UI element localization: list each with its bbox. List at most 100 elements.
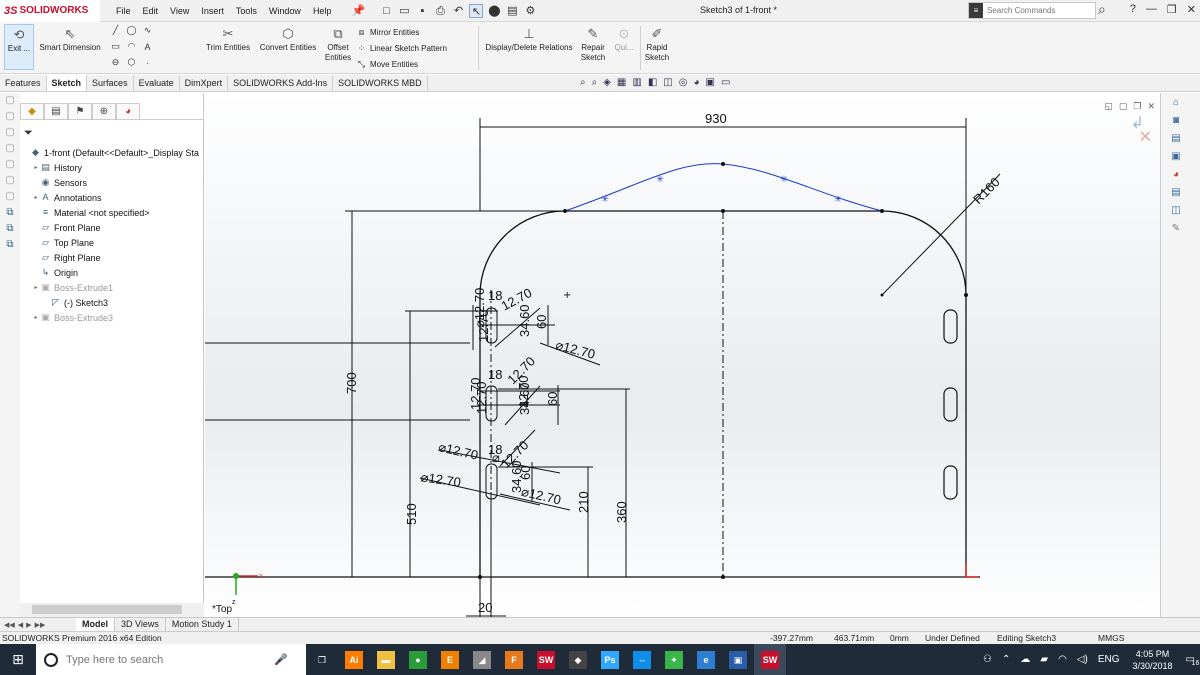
dim-60-mid[interactable]: 60 <box>545 392 560 406</box>
open-icon[interactable]: ▭ <box>397 4 411 18</box>
rectangle-icon[interactable]: ▭ <box>110 41 121 52</box>
display-manager-tab-icon[interactable]: ◕ <box>116 103 140 119</box>
dim-dia-12-70-right[interactable]: ⌀12.70 <box>554 337 597 362</box>
arc-icon[interactable]: ◠ <box>126 41 137 52</box>
search-scope-icon[interactable]: ≡ <box>969 3 983 18</box>
select-icon[interactable]: ↖ <box>469 3 484 18</box>
dim-20[interactable]: 20 <box>478 600 492 615</box>
tab-features[interactable]: Features <box>0 75 47 91</box>
tab-surfaces[interactable]: Surfaces <box>87 75 134 91</box>
solidworks-2016-icon[interactable]: SW <box>530 644 562 675</box>
tray-overflow-icon[interactable]: ⌃ <box>1002 654 1010 665</box>
dim-34-60-top[interactable]: 34.60 <box>517 304 532 337</box>
undo-icon[interactable]: ↶ <box>451 4 465 18</box>
property-manager-tab-icon[interactable]: ▤ <box>44 103 68 119</box>
view-settings-icon[interactable]: ▭ <box>721 77 730 88</box>
search-input[interactable] <box>987 6 1087 15</box>
language-indicator[interactable]: ENG <box>1098 654 1120 665</box>
restore-icon[interactable]: ❐ <box>1167 3 1177 16</box>
new-icon[interactable]: □ <box>379 4 393 18</box>
tab-sketch[interactable]: Sketch <box>46 75 88 91</box>
strip-item-icon[interactable]: ⧉ <box>3 223 17 237</box>
design-library-icon[interactable]: ▤ <box>1169 133 1183 147</box>
dynamic-annotation-icon[interactable]: ▥ <box>632 77 641 88</box>
expand-arrow-icon[interactable]: ▸ <box>32 164 40 171</box>
pin-icon[interactable]: 📌 <box>351 4 366 18</box>
spline-point[interactable]: ✳ <box>656 175 664 185</box>
text-icon[interactable]: A <box>142 42 153 52</box>
eclipse-icon[interactable]: E <box>434 644 466 675</box>
people-icon[interactable]: ⚇ <box>983 654 992 665</box>
dim-dia-12-70-g[interactable]: ⌀12.70 <box>437 439 480 463</box>
teamviewer-icon[interactable]: ⇔ <box>626 644 658 675</box>
rebuild-icon[interactable]: ⬤ <box>487 4 501 18</box>
dim-60-top[interactable]: 60 <box>534 315 549 329</box>
tree-item[interactable]: ◸ (-) Sketch3 <box>20 295 204 310</box>
sketch-origin[interactable] <box>965 565 978 578</box>
zoom-to-fit-icon[interactable]: ⌕ <box>580 77 586 88</box>
trim-entities-button[interactable]: ✂ Trim Entities <box>202 24 254 53</box>
dim-dia-12-70-i[interactable]: ⌀12.70 <box>520 484 563 508</box>
move-entities-button[interactable]: ⤡ Move Entities <box>356 59 418 70</box>
slot[interactable] <box>943 387 958 422</box>
expand-arrow-icon[interactable]: ▸ <box>32 284 40 291</box>
slot[interactable] <box>943 465 958 500</box>
dim-dia-12-70-h[interactable]: ⌀12.70 <box>420 469 462 489</box>
spline-icon[interactable]: ∿ <box>142 25 153 36</box>
next-tab-icon[interactable]: ▶ <box>26 621 31 629</box>
dim-12-70-e[interactable]: 12.70 <box>474 381 489 414</box>
circle-icon[interactable]: ◯ <box>126 25 137 36</box>
sketch-point[interactable] <box>880 209 884 213</box>
status-units[interactable]: MMGS <box>1098 633 1124 643</box>
filter-icon[interactable]: ⏷ <box>24 127 33 140</box>
repair-sketch-button[interactable]: ✎ Repair Sketch <box>578 24 608 63</box>
strip-item-icon[interactable]: ▢ <box>3 111 17 125</box>
tree-item[interactable]: ◉ Sensors <box>20 175 204 190</box>
slots-right[interactable] <box>943 309 958 500</box>
chrome-icon[interactable]: ● <box>402 644 434 675</box>
tree-item[interactable]: ◆ 1-front (Default<<Default>_Display Sta <box>20 145 204 160</box>
strip-item-icon[interactable]: ▢ <box>3 191 17 205</box>
solidworks-logo[interactable]: 3S SOLIDWORKS <box>0 0 100 22</box>
quick-snaps-button[interactable]: ⊙ Qui... <box>610 24 638 53</box>
forum-icon[interactable]: ◫ <box>1169 205 1183 219</box>
illustrator-icon[interactable]: Ai <box>338 644 370 675</box>
spline-point[interactable]: ✳ <box>834 195 842 205</box>
sketch-point[interactable] <box>721 162 725 166</box>
edge-icon[interactable]: e <box>690 644 722 675</box>
bottom-tab-model[interactable]: Model <box>76 618 115 631</box>
file-explorer-pane-icon[interactable]: ▣ <box>1169 151 1183 165</box>
scene-icon[interactable]: ▣ <box>706 77 715 88</box>
slot[interactable] <box>943 309 958 344</box>
tab-evaluate[interactable]: Evaluate <box>134 75 180 91</box>
search-commands[interactable]: ≡ <box>968 2 1096 19</box>
folder-app-icon[interactable]: F <box>498 644 530 675</box>
tab-solidworks-add-ins[interactable]: SOLIDWORKS Add-Ins <box>228 75 334 91</box>
feature-manager-tab-icon[interactable]: ◆ <box>20 103 44 119</box>
dim-210[interactable]: 210 <box>576 491 591 513</box>
paint-app-icon[interactable]: ✦ <box>658 644 690 675</box>
dim-18-mid[interactable]: 18 <box>488 367 502 382</box>
resources-icon[interactable]: ◙ <box>1169 115 1183 129</box>
convert-entities-button[interactable]: ⬡ Convert Entities <box>255 24 321 53</box>
last-tab-icon[interactable]: ▶▶ <box>35 621 46 629</box>
tab-solidworks-mbd[interactable]: SOLIDWORKS MBD <box>333 75 428 91</box>
zoom-to-area-icon[interactable]: ⌕ <box>592 77 598 88</box>
strip-item-icon[interactable]: ▢ <box>3 143 17 157</box>
taskbar-search-input[interactable] <box>66 653 266 666</box>
menu-insert[interactable]: Insert <box>195 6 230 16</box>
linear-sketch-pattern-button[interactable]: ⁘ Linear Sketch Pattern <box>356 43 447 54</box>
strip-item-icon[interactable]: ⧉ <box>3 239 17 253</box>
dimxpert-manager-tab-icon[interactable]: ⊕ <box>92 103 116 119</box>
dim-12-70-b[interactable]: 12.70 <box>476 309 491 342</box>
options-icon[interactable]: ⚙ <box>523 4 537 18</box>
prev-tab-icon[interactable]: ◀ <box>18 621 23 629</box>
spline-point[interactable]: ✳ <box>780 175 788 185</box>
tree-item[interactable]: ▸ ▣ Boss-Extrude3 <box>20 310 204 325</box>
viewport-tile-icon[interactable]: ▢ <box>1119 101 1128 112</box>
mirror-entities-button[interactable]: ⧈ Mirror Entities <box>356 27 420 38</box>
appearances-icon[interactable]: ◕ <box>1169 169 1183 183</box>
hide-show-items-icon[interactable]: ◎ <box>679 77 688 88</box>
app-icon[interactable]: ◢ <box>466 644 498 675</box>
tree-item[interactable]: ≡ Material <not specified> <box>20 205 204 220</box>
